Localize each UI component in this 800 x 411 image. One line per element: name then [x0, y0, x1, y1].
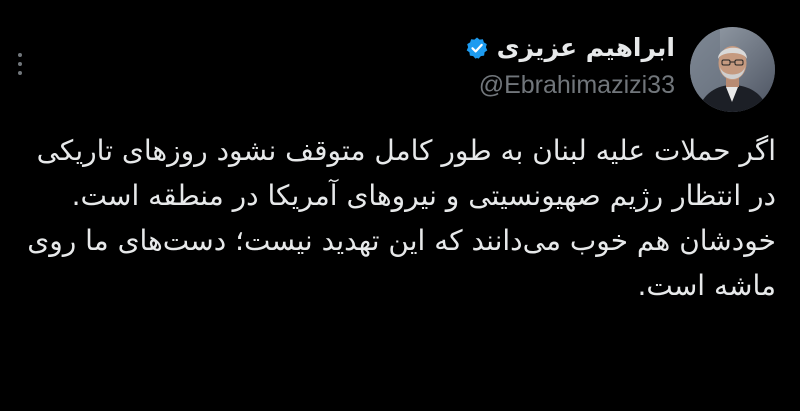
more-dots-icon	[18, 53, 22, 57]
tweet-paragraph: اگر حملات علیه لبنان به طور کامل متوقف ن…	[36, 134, 776, 212]
tweet-card: ابراهیم عزیزی @Ebrahimazizi33 اگر حملات …	[0, 0, 800, 411]
tweet-text: اگر حملات علیه لبنان به طور کامل متوقف ن…	[24, 128, 776, 308]
user-avatar-icon	[690, 27, 775, 112]
verified-badge-icon	[465, 36, 489, 60]
author-handle[interactable]: @Ebrahimazizi33	[465, 70, 675, 100]
author-name-row: ابراهیم عزیزی	[465, 30, 675, 66]
more-dots-icon	[18, 71, 22, 75]
author-display-name[interactable]: ابراهیم عزیزی	[497, 30, 675, 66]
tweet-header: ابراهیم عزیزی @Ebrahimazizi33	[465, 30, 675, 100]
avatar[interactable]	[690, 27, 775, 112]
more-dots-icon	[18, 62, 22, 66]
tweet-paragraph: خودشان هم خوب می‌دانند که این تهدید نیست…	[27, 224, 776, 302]
more-options-button[interactable]	[10, 44, 30, 84]
